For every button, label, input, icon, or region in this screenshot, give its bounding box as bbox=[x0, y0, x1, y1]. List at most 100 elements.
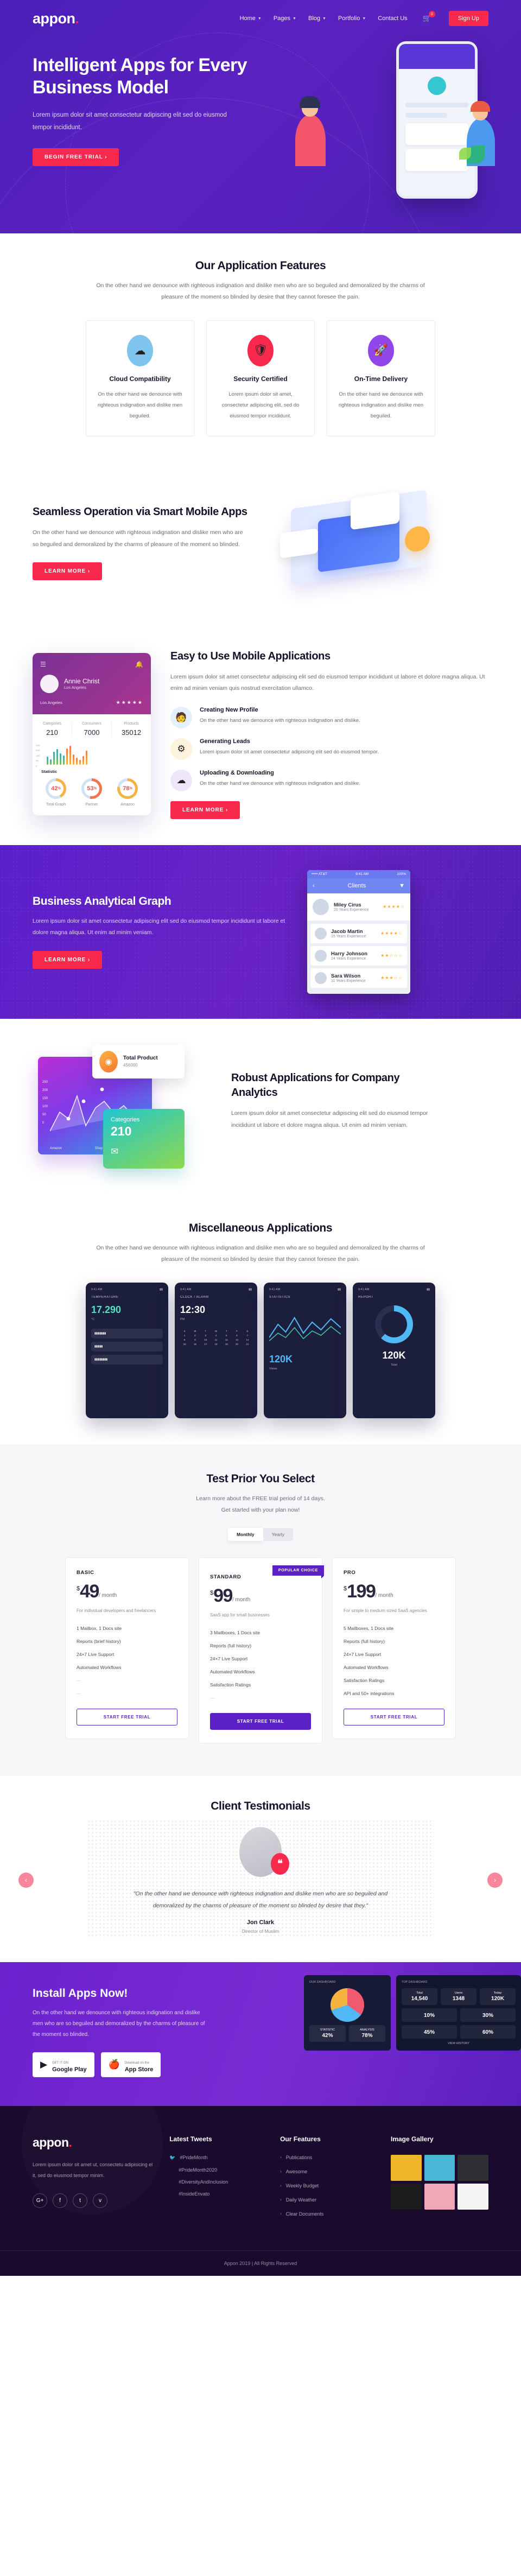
business-analytical-graph-section: Business Analytical Graph Lorem ipsum do… bbox=[0, 845, 521, 1019]
plan-feature: Reports (full history) bbox=[210, 1642, 252, 1648]
footer-link[interactable]: Daily Weather bbox=[286, 2197, 316, 2203]
misc-phone-temperature[interactable]: 9:41 AM ▮▮ TEMPERATURE 17.290 °C ▮▮▮▮▮▮▮ … bbox=[86, 1282, 168, 1418]
pro-start-free-trial-button[interactable]: START FREE TRIAL bbox=[344, 1708, 444, 1725]
nav-item-portfolio[interactable]: Portfolio ▼ bbox=[338, 15, 366, 22]
nav-item-pages[interactable]: Pages ▼ bbox=[274, 15, 296, 22]
quote-icon: ❝ bbox=[271, 1852, 289, 1875]
app-store-button[interactable]: 🍎 Download on the App Store bbox=[100, 2052, 161, 2077]
install-title: Install Apps Now! bbox=[33, 1987, 128, 2000]
pricing-plan-pro: PRO $ 199 / month For simple to medium s… bbox=[332, 1557, 456, 1739]
vimeo-icon[interactable]: v bbox=[93, 2193, 107, 2208]
clients-phone-mockup: ••••• AT&T 9:41 AM 100% ‹ Clients ▼ Mile… bbox=[307, 870, 410, 994]
misc-title: Miscellaneous Applications bbox=[188, 1221, 333, 1234]
twitter-icon[interactable]: t bbox=[73, 2193, 87, 2208]
sign-up-button[interactable]: Sign Up bbox=[448, 11, 488, 26]
footer-link-weekly-budget: › Weekly Budget bbox=[280, 2183, 374, 2188]
easy-item-uploading-downloading: ☁ Uploading & Downloading On the other h… bbox=[170, 769, 488, 791]
tweet-link[interactable]: #PrideMonth2020 bbox=[179, 2167, 217, 2173]
google-play-button[interactable]: ▶ GET IT ON Google Play bbox=[33, 2052, 94, 2077]
basic-start-free-trial-button[interactable]: START FREE TRIAL bbox=[77, 1708, 177, 1725]
client-name: Miley Cirus bbox=[334, 902, 361, 908]
standard-start-free-trial-button[interactable]: START FREE TRIAL bbox=[210, 1712, 311, 1730]
gallery-tile[interactable] bbox=[458, 2183, 488, 2210]
feature-card-on-time-delivery[interactable]: 🚀 On-Time Delivery On the other hand we … bbox=[327, 320, 435, 436]
chevron-down-icon: ▼ bbox=[293, 16, 296, 21]
footer-column-title: Image Gallery bbox=[390, 2135, 434, 2143]
dashboard-title: TOP DASHBOARD bbox=[402, 1980, 428, 1984]
filter-icon[interactable]: ▼ bbox=[399, 883, 405, 889]
cart-icon[interactable]: 🛒 0 bbox=[423, 11, 435, 23]
feature-card-cloud-compatibility[interactable]: ☁ Cloud Compatibility On the other hand … bbox=[86, 320, 194, 436]
store-small-label: Download on the bbox=[124, 2061, 149, 2065]
stat-label: Categories bbox=[43, 721, 61, 726]
bell-icon[interactable]: 🔔 bbox=[135, 661, 143, 668]
footer-link[interactable]: Awesome bbox=[286, 2169, 307, 2174]
footer-tweets-column: Latest Tweets 🐦 #PrideMonth #PrideMonth2… bbox=[169, 2135, 264, 2225]
misc-phone-clock[interactable]: 9:41 AM ▮▮ CLOCK / ALARM 12:30 PM SMTWTFS… bbox=[175, 1282, 257, 1418]
app-card-donuts: 42% Total Graph 53% Partner 78 % Amazon bbox=[33, 778, 151, 815]
footer-link[interactable]: Weekly Budget bbox=[286, 2183, 319, 2188]
easy-item-title: Creating New Profile bbox=[200, 706, 258, 713]
phone-heading: CLOCK / ALARM bbox=[180, 1295, 209, 1299]
pricing-plans: BASIC $ 49 / month For individual develo… bbox=[33, 1557, 488, 1743]
list-item[interactable]: Sara Wilson 11 Years Experience ★★★☆☆ bbox=[310, 968, 407, 988]
client-rating: ★★☆☆☆ bbox=[380, 953, 403, 959]
avatar bbox=[315, 972, 327, 984]
donut-value: 53 bbox=[87, 785, 94, 792]
footer-column-title: Latest Tweets bbox=[169, 2135, 212, 2143]
list-item[interactable]: Jacob Martin 15 Years Experience ★★★★☆ bbox=[310, 923, 407, 943]
footer-about-text: Lorem ipsum dolor sit amet ut, consectet… bbox=[33, 2161, 153, 2178]
hero-illustration bbox=[288, 37, 495, 199]
plan-period: / month bbox=[232, 1596, 251, 1603]
list-item[interactable]: Harry Johnson 24 Years Experience ★★☆☆☆ bbox=[310, 946, 407, 966]
logo-dot: . bbox=[75, 10, 80, 27]
begin-free-trial-button[interactable]: BEGIN FREE TRIAL › bbox=[33, 148, 119, 166]
chevron-left-icon[interactable]: ‹ bbox=[313, 883, 315, 889]
seamless-learn-more-button[interactable]: LEARN MORE › bbox=[33, 562, 103, 581]
toggle-monthly[interactable]: Monthly bbox=[228, 1527, 263, 1541]
donut-unit: % bbox=[58, 786, 61, 790]
nav-item-blog[interactable]: Blog ▼ bbox=[308, 15, 326, 22]
easy-item-generating-leads: ⚙ Generating Leads Lorem ipsum dolor sit… bbox=[170, 738, 488, 760]
donut-value: 42 bbox=[51, 785, 58, 792]
tweet-link[interactable]: #DiversityAndInclusion bbox=[179, 2179, 228, 2185]
gallery-tile[interactable] bbox=[390, 2154, 422, 2181]
stat-products: Products 35012 bbox=[112, 722, 151, 737]
avatar bbox=[40, 674, 59, 693]
chevron-right-icon: › bbox=[280, 2197, 282, 2203]
misc-phone-report[interactable]: 9:41 AM ▮▮ REPORT 120K Total bbox=[353, 1282, 435, 1418]
phone-heading: TEMPERATURE bbox=[91, 1295, 119, 1299]
footer-logo[interactable]: appon. bbox=[33, 2135, 153, 2150]
footer-link[interactable]: Clear Documents bbox=[286, 2211, 324, 2217]
phone-status: 9:41 AM bbox=[358, 1287, 370, 1291]
gallery-tile[interactable] bbox=[458, 2154, 488, 2181]
feature-card-security-certified[interactable]: 🛡 Security Certified Lorem ipsum dolor s… bbox=[206, 320, 315, 436]
easy-title: Easy to Use Mobile Applications bbox=[170, 650, 331, 662]
store-big-label: App Store bbox=[124, 2066, 154, 2073]
toggle-yearly[interactable]: Yearly bbox=[263, 1527, 293, 1541]
hamburger-icon[interactable]: ☰ bbox=[40, 661, 46, 668]
misc-phone-statistics[interactable]: 9:41 AM ▮▮ STATISTICS 120K Views bbox=[264, 1282, 346, 1418]
footer-link[interactable]: Publications bbox=[286, 2155, 313, 2160]
easy-learn-more-button[interactable]: LEARN MORE › bbox=[170, 801, 240, 819]
nav-item-home[interactable]: Home ▼ bbox=[240, 15, 262, 22]
footer-features-column: Our Features › Publications › Awesome › … bbox=[280, 2135, 374, 2225]
tweet-link[interactable]: #PrideMonth bbox=[180, 2155, 207, 2161]
plan-feature: Automated Workflows bbox=[77, 1664, 122, 1670]
logo-dot: . bbox=[68, 2135, 72, 2149]
pricing-title: Test Prior You Select bbox=[206, 1472, 315, 1485]
categories-card: Categories 210 ✉ bbox=[103, 1108, 185, 1169]
nav-item-contact-us[interactable]: Contact Us bbox=[378, 15, 407, 22]
site-logo[interactable]: appon. bbox=[33, 10, 79, 27]
gallery-tile[interactable] bbox=[390, 2183, 422, 2210]
gallery-tile[interactable] bbox=[424, 2154, 455, 2181]
gallery-tile[interactable] bbox=[424, 2183, 455, 2210]
band-learn-more-button[interactable]: LEARN MORE › bbox=[33, 950, 103, 969]
google-plus-icon[interactable]: G+ bbox=[33, 2193, 47, 2208]
facebook-icon[interactable]: f bbox=[53, 2193, 67, 2208]
gear-person-icon: ⚙ bbox=[170, 738, 192, 760]
app-card-user-sub: Los Angeles bbox=[64, 685, 86, 690]
nav-label: Home bbox=[239, 15, 256, 22]
tweet-link[interactable]: #InsideEnvato bbox=[179, 2191, 209, 2197]
featured-client-row[interactable]: Miley Cirus 20 Years Experience ★★★★☆ bbox=[307, 893, 410, 921]
